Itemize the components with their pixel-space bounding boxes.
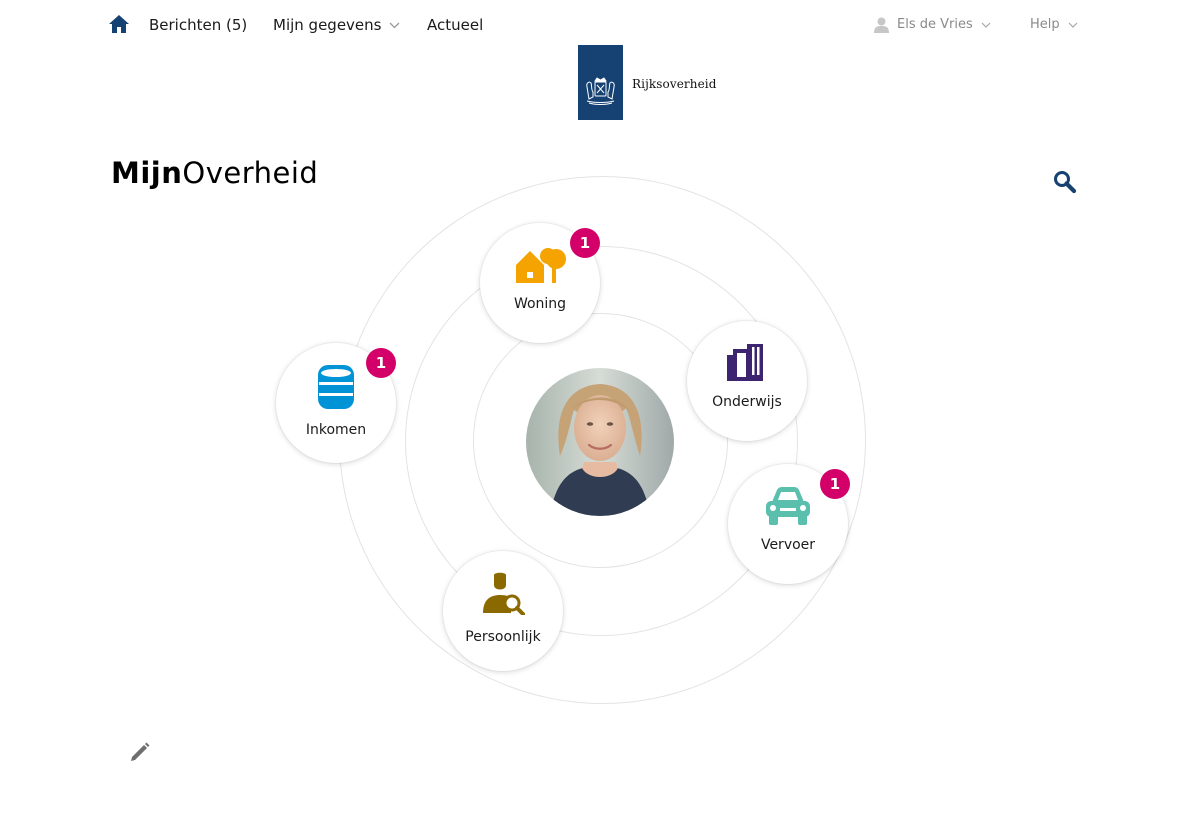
rijksoverheid-logo[interactable] — [578, 45, 623, 120]
category-label: Inkomen — [305, 422, 367, 438]
avatar[interactable] — [526, 368, 674, 516]
search-icon[interactable] — [1053, 170, 1077, 194]
help-menu[interactable]: Help — [1030, 16, 1078, 34]
coat-of-arms-icon — [586, 77, 615, 105]
page-title-part2: Overheid — [182, 156, 319, 190]
edit-pencil-icon[interactable] — [129, 741, 151, 763]
car-icon — [766, 487, 810, 525]
nav-berichten-link[interactable]: Berichten (5) — [149, 15, 247, 35]
category-onderwijs[interactable]: Onderwijs — [687, 321, 807, 441]
category-label: Vervoer — [760, 537, 816, 553]
nav-gegevens-label: Mijn gegevens — [273, 16, 382, 34]
coins-icon — [318, 365, 354, 409]
logo-text: Rijksoverheid — [632, 77, 717, 91]
chevron-down-icon — [390, 22, 400, 29]
category-label: Onderwijs — [712, 394, 782, 410]
notification-badge: 1 — [366, 348, 396, 378]
user-menu[interactable]: Els de Vries — [874, 16, 991, 34]
nav-berichten-label: Berichten (5) — [149, 16, 248, 34]
nav-gegevens-dropdown[interactable]: Mijn gegevens — [273, 15, 400, 35]
books-icon — [727, 344, 763, 381]
profile-photo — [526, 368, 674, 516]
home-icon[interactable] — [108, 14, 130, 34]
help-label: Help — [1030, 17, 1060, 32]
person-search-icon — [483, 572, 525, 615]
chevron-down-icon — [1068, 22, 1078, 28]
top-navigation: Berichten (5) Mijn gegevens Actueel Els … — [0, 0, 1200, 48]
user-name: Els de Vries — [897, 17, 973, 32]
nav-actueel-link[interactable]: Actueel — [427, 15, 483, 35]
category-label: Persoonlijk — [465, 629, 541, 645]
nav-actueel-label: Actueel — [427, 16, 484, 34]
page-title-part1: Mijn — [111, 156, 183, 190]
user-icon — [874, 17, 889, 33]
notification-badge: 1 — [570, 228, 600, 258]
category-label: Woning — [513, 296, 567, 312]
chevron-down-icon — [981, 22, 991, 28]
category-persoonlijk[interactable]: Persoonlijk — [443, 551, 563, 671]
house-tree-icon — [516, 248, 566, 283]
notification-badge: 1 — [820, 469, 850, 499]
page-title: MijnOverheid — [111, 156, 318, 190]
